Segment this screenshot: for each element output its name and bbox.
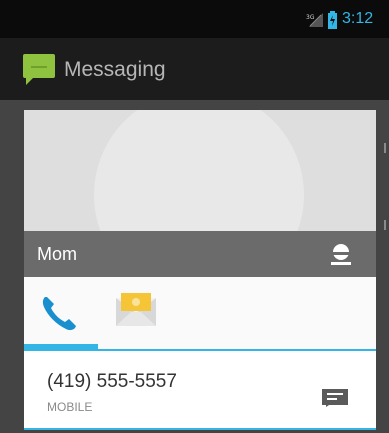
signal-no-service-icon: 3G	[306, 13, 323, 27]
action-bar: Messaging	[0, 38, 389, 100]
app-title: Messaging	[64, 58, 166, 81]
phone-number: (419) 555-5557	[47, 371, 177, 392]
svg-text:3G: 3G	[306, 14, 315, 21]
tab-phone[interactable]	[24, 277, 98, 349]
send-message-icon[interactable]	[322, 389, 348, 407]
contact-photo	[24, 110, 376, 231]
background-list-edge	[380, 220, 386, 230]
contact-name-bar: Mom	[24, 231, 376, 277]
contact-photo-placeholder	[94, 110, 304, 231]
background-list-edge	[380, 143, 386, 153]
contact-method-tabs	[24, 277, 376, 351]
contact-person-icon[interactable]	[328, 241, 354, 267]
battery-charging-icon	[328, 11, 337, 29]
email-icon	[116, 293, 156, 326]
phone-icon	[42, 297, 76, 331]
dialog-bottom-divider	[24, 428, 376, 430]
messaging-app-icon[interactable]	[22, 52, 56, 86]
phone-type-label: MOBILE	[47, 400, 93, 414]
contact-name: Mom	[37, 244, 77, 264]
status-time: 3:12	[342, 10, 374, 27]
phone-entry-row[interactable]: (419) 555-5557 MOBILE	[24, 351, 376, 430]
selected-tab-indicator	[24, 344, 98, 349]
status-bar: 3G 3:12	[0, 0, 389, 38]
quick-contact-dialog: Mom (419) 555-5557 MOBILE	[24, 110, 376, 430]
tab-email[interactable]	[100, 277, 174, 349]
